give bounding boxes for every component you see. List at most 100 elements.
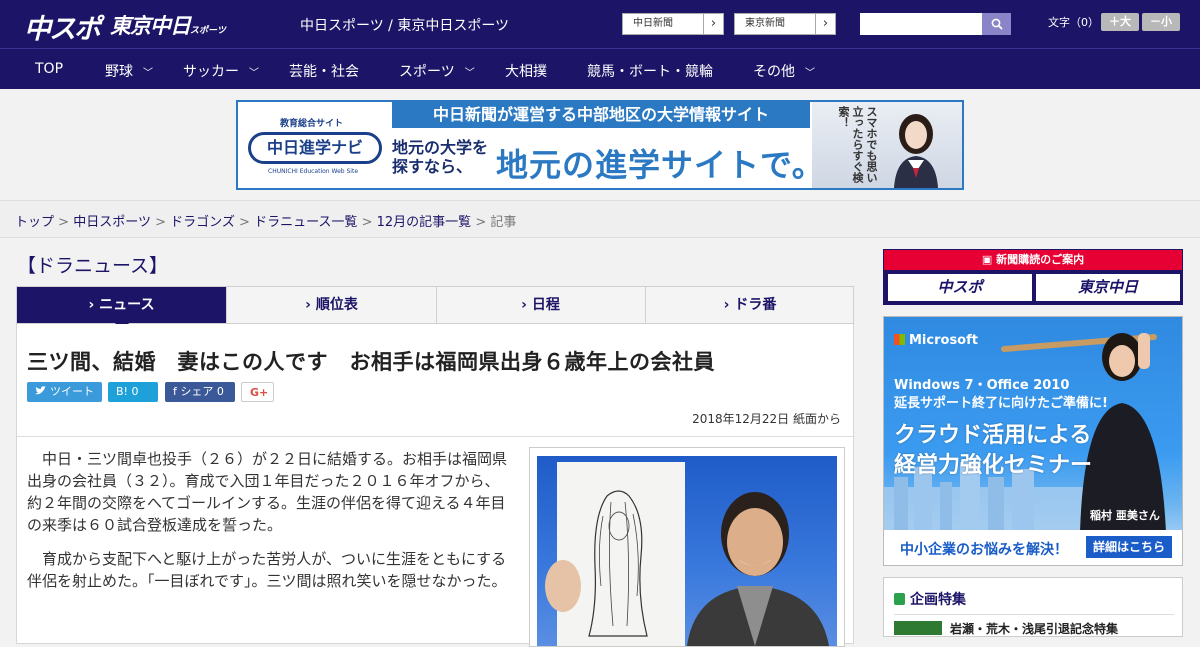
ms-ad-details-button[interactable]: 詳細はこちら [1086,536,1172,558]
divider [894,614,1174,615]
article: 三ツ間、結婚 妻はこの人です お相手は福岡県出身６歳年上の会社員 ツイート B!… [16,324,855,647]
facebook-label: f シェア 0 [173,385,224,398]
tab-dora-ban[interactable]: › ドラ番 [645,287,855,323]
feature-icon [894,593,905,605]
search-button[interactable] [982,13,1011,35]
tokyo-logo-main: 東京中日 [110,14,191,38]
nav-item-entertainment[interactable]: 芸能・社会 [289,61,359,81]
article-photo-frame [529,447,845,647]
nav-label: TOP [35,61,64,77]
google-plus-button[interactable]: G+ [241,382,274,402]
tweet-label: ツイート [50,385,94,398]
tab-chevron-icon: › [88,297,100,313]
banner-vertical-text: スマホでも思い立ったらすぐ検索！ [837,106,878,183]
article-body: 中日・三ツ間卓也投手（２６）が２２日に結婚する。お相手は福岡県出身の会社員（３２… [27,448,509,604]
nav-item-sports[interactable]: スポーツ ﹀ [399,61,475,81]
ms-win-line1: Windows 7・Office 2010 [894,378,1070,393]
tab-schedule[interactable]: › 日程 [436,287,646,323]
breadcrumb-top[interactable]: トップ [15,215,54,230]
nav-label: 競馬・ボート・競輪 [587,64,713,80]
nav-item-racing[interactable]: 競馬・ボート・競輪 [587,61,713,81]
tokyo-logo-sub: スポーツ [190,26,226,36]
tab-chevron-icon: › [305,297,316,313]
breadcrumb-chunichi-sports[interactable]: 中日スポーツ [73,215,151,230]
chevron-down-icon: ﹀ [143,68,153,79]
nav-item-soccer[interactable]: サッカー ﹀ [183,61,259,81]
nav-label: サッカー [183,64,239,80]
nav-item-other[interactable]: その他 ﹀ [753,61,815,81]
ms-ad-windows-text: Windows 7・Office 2010 延長サポート終了に向けたご準備に! [894,377,1108,413]
subscription-ad[interactable]: ▣ 新聞購読のご案内 中スポ 東京中日 [883,249,1183,305]
nav-label: その他 [753,64,795,80]
chunichi-shimbun-label: 中日新聞 [633,18,673,29]
banner-edu-label: 教育総合サイト [280,119,344,129]
font-larger-button[interactable]: ＋大 [1101,13,1139,31]
search-icon [991,18,1003,30]
top-bar: 中スポ 東京中日スポーツ 中日スポーツ / 東京中日スポーツ 中日新聞 › 東京… [0,0,1200,48]
tweet-button[interactable]: ツイート [27,382,102,402]
article-photo[interactable] [537,456,837,646]
feature-item[interactable]: 岩瀬・荒木・浅尾引退記念特集 [894,620,1118,637]
ms-win-line2: 延長サポート終了に向けたご準備に! [894,396,1108,411]
breadcrumb-dora-news[interactable]: ドラニュース一覧 [254,215,357,230]
tokyo-shimbun-label: 東京新聞 [745,18,785,29]
nav-label: 芸能・社会 [289,64,359,80]
banner-small-text: 地元の大学を 探すなら、 [392,138,488,176]
breadcrumb: トップ > 中日スポーツ > ドラゴンズ > ドラニュース一覧 > 12月の記事… [15,211,516,230]
nav-item-top[interactable]: TOP [35,61,63,77]
facebook-share-button[interactable]: f シェア 0 [165,382,235,402]
microsoft-logo: Microsoft [894,333,978,348]
chevron-right-icon: › [815,14,835,34]
ms-big-line1: クラウド活用による [894,423,1092,448]
breadcrumb-december[interactable]: 12月の記事一覧 [377,215,472,230]
newspaper-icon: ▣ [981,253,997,266]
search-input[interactable] [860,13,982,35]
google-plus-label: G+ [250,386,269,399]
ms-ad-model-name: 稲村 亜美さん [1090,509,1160,522]
chunichi-shimbun-link[interactable]: 中日新聞 › [622,13,724,35]
article-paragraph: 育成から支配下へと駆け上がった苦労人が、ついに生涯をともにする伴侶を射止めた。「… [27,550,507,590]
tab-chevron-icon: › [723,297,735,313]
site-names: 中日スポーツ / 東京中日スポーツ [300,18,510,34]
nav-item-baseball[interactable]: 野球 ﹀ [105,61,153,81]
ms-ad-bottom-text: 中小企業のお悩みを解決！ [900,542,1068,558]
chevron-down-icon: ﹀ [249,68,259,79]
banner-model-image [894,114,938,188]
microsoft-label: Microsoft [909,333,978,348]
tab-label: 日程 [531,297,560,313]
nav-label: 大相撲 [505,64,547,80]
feature-heading-label: 企画特集 [910,592,966,608]
banner-photo: スマホでも思い立ったらすぐ検索！ [812,102,962,188]
ms-big-line2: 経営力強化セミナー [894,453,1093,478]
shingaku-navi-banner-ad[interactable]: 教育総合サイト 中日進学ナビ CHUNICHI Education Web Si… [236,100,964,190]
section-title: 【ドラニュース】 [17,255,169,277]
banner-big-text: 地元の進学サイトで。 [496,146,825,184]
ms-ad-headline: クラウド活用による 経営力強化セミナー [894,421,1092,481]
hatena-bookmark-button[interactable]: B! 0 [108,382,158,402]
breadcrumb-bar: トップ > 中日スポーツ > ドラゴンズ > ドラニュース一覧 > 12月の記事… [0,200,1200,238]
breadcrumb-current: 記事 [490,215,517,230]
feature-heading: 企画特集 [894,589,966,609]
tokyo-shimbun-link[interactable]: 東京新聞 › [734,13,836,35]
nav-item-sumo[interactable]: 大相撲 [505,61,547,81]
main-nav: TOP 野球 ﹀ サッカー ﹀ 芸能・社会 スポーツ ﹀ 大相撲 競馬・ボート・競輪 … [0,48,1200,89]
banner-small-line2: 探すなら、 [392,157,473,176]
tab-standings[interactable]: › 順位表 [227,287,437,323]
nav-label: スポーツ [399,64,455,80]
article-paragraph: 中日・三ツ間卓也投手（２６）が２２日に結婚する。お相手は福岡県出身の会社員（３２… [27,450,508,534]
chuspo-logo[interactable]: 中スポ [24,7,101,46]
font-smaller-button[interactable]: －小 [1142,13,1180,31]
microsoft-seminar-ad[interactable]: Microsoft Windows 7・Office 2010 延長サポート終了に… [883,316,1183,566]
subscribe-tokyo-chunichi-button[interactable]: 東京中日 [1036,274,1180,301]
subscribe-chuspo-button[interactable]: 中スポ [888,274,1032,301]
chevron-right-icon: › [703,14,723,34]
banner-top-text: 中日新聞が運営する中部地区の大学情報サイト [392,102,810,128]
tab-news[interactable]: › ニュース [17,287,227,331]
article-headline: 三ツ間、結婚 妻はこの人です お相手は福岡県出身６歳年上の会社員 [27,350,715,374]
feature-section: 企画特集 岩瀬・荒木・浅尾引退記念特集 [883,577,1183,637]
tokyo-chunichi-logo[interactable]: 東京中日スポーツ [110,10,226,40]
font-size-label: 文字（0） [1048,16,1099,29]
breadcrumb-dragons[interactable]: ドラゴンズ [170,215,235,230]
breadcrumb-separator: > [155,215,166,230]
breadcrumb-separator: > [239,215,250,230]
